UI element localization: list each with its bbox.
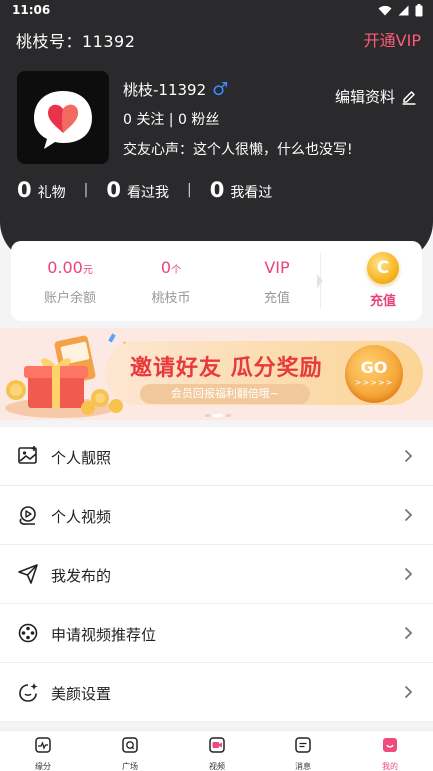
nickname: 桃枝-11392 <box>123 81 207 99</box>
square-plaza-icon <box>122 737 138 753</box>
wallet-card: 0.00元 账户余额 0个 桃枝币 VIP 充值 C 充值 <box>11 241 422 321</box>
invite-friends-banner[interactable]: 邀请好友 瓜分奖励 会员回报福利翻倍哦~ GO >>>>> <box>0 328 433 420</box>
tab-label: 视频 <box>209 762 225 771</box>
stat-viewed-value: 0 <box>209 178 225 202</box>
coins-unit: 个 <box>171 265 182 276</box>
coin-icon: C <box>367 252 399 284</box>
nickname-row: 桃枝-11392 ♂ <box>123 79 228 100</box>
profile-smile-icon <box>383 738 397 752</box>
male-gender-icon: ♂ <box>212 78 229 100</box>
chevron-right-icon <box>404 685 413 699</box>
balance-unit: 元 <box>82 265 93 276</box>
stat-visitors[interactable]: 0 看过我 <box>106 178 169 202</box>
menu-item-label: 个人视频 <box>51 508 112 526</box>
open-vip-link[interactable]: 开通VIP <box>364 27 421 51</box>
heartbeat-icon <box>35 737 51 753</box>
balance-value-line: 0.00元 <box>25 258 115 280</box>
status-bar: 11:06 <box>0 0 433 22</box>
banner-title: 邀请好友 瓜分奖励 <box>130 355 323 381</box>
edit-profile-label: 编辑资料 <box>334 88 395 106</box>
wallet-arrow-decoration <box>317 274 323 288</box>
stat-visitors-label: 看过我 <box>126 185 169 201</box>
stat-gifts-label: 礼物 <box>37 185 66 201</box>
wallet-balance[interactable]: 0.00元 账户余额 <box>25 258 115 306</box>
app-logo-icon <box>34 91 92 149</box>
wallet-vip[interactable]: VIP 充值 <box>232 258 322 306</box>
user-id-label: 桃枝号：11392 <box>16 32 136 51</box>
tab-label: 缘分 <box>35 762 51 771</box>
tab-messages[interactable]: 消息 <box>278 737 328 771</box>
beauty-icon <box>19 683 38 702</box>
stat-visitors-value: 0 <box>106 178 121 202</box>
menu-item-label: 申请视频推荐位 <box>51 626 157 644</box>
tab-fate[interactable]: 缘分 <box>18 737 68 771</box>
wifi-icon <box>378 5 392 16</box>
menu-item-label: 我发布的 <box>51 567 112 585</box>
stat-divider: | <box>186 182 192 198</box>
bottom-tab-bar: 缘分 广场 视频 消息 我的 <box>0 730 433 771</box>
vip-value: VIP <box>264 258 290 277</box>
signal-icon <box>398 5 409 16</box>
chevron-right-icon <box>404 567 413 581</box>
chevron-right-icon <box>404 626 413 640</box>
menu-item-videos[interactable]: 个人视频 <box>0 486 433 545</box>
tab-label: 消息 <box>295 762 311 771</box>
menu-item-label: 个人靓照 <box>51 449 112 467</box>
tab-mine[interactable]: 我的 <box>365 737 415 771</box>
status-icons <box>378 4 423 17</box>
bio-text: 交友心声：这个人很懒，什么也没写! <box>123 142 353 158</box>
coins-value: 0 <box>160 258 172 277</box>
recharge-button[interactable]: C 充值 <box>349 252 417 309</box>
stat-viewed[interactable]: 0 我看过 <box>210 178 273 202</box>
tab-label: 广场 <box>122 762 138 771</box>
stats-row: 0 礼物 | 0 看过我 | 0 我看过 <box>17 178 272 202</box>
battery-icon <box>415 4 423 17</box>
chevron-right-icon <box>404 449 413 463</box>
stat-gifts-value: 0 <box>17 178 32 202</box>
balance-value: 0.00 <box>47 258 83 277</box>
status-time: 11:06 <box>12 3 51 17</box>
stat-viewed-label: 我看过 <box>230 185 273 201</box>
banner-page-dot <box>226 414 231 417</box>
film-reel-icon <box>18 623 38 643</box>
profile-screen: 11:06 桃枝号：11392 开通VIP 桃枝-11392 ♂ 编辑资料 0 … <box>0 0 433 771</box>
video-icon <box>19 506 36 525</box>
menu-item-photos[interactable]: 个人靓照 <box>0 427 433 486</box>
send-icon <box>18 564 38 584</box>
tab-square[interactable]: 广场 <box>105 737 155 771</box>
banner-pagination <box>205 414 231 417</box>
menu-item-my-posts[interactable]: 我发布的 <box>0 545 433 604</box>
coins-label: 桃枝币 <box>151 291 191 306</box>
avatar[interactable] <box>17 71 109 164</box>
video-camera-icon <box>209 737 225 753</box>
banner-go-arrows: >>>>> <box>354 378 394 387</box>
banner-subtitle: 会员回报福利翻倍哦~ <box>140 384 310 404</box>
edit-profile-button[interactable]: 编辑资料 <box>335 86 417 107</box>
tab-label: 我的 <box>382 762 398 771</box>
menu-item-beauty-settings[interactable]: 美颜设置 <box>0 663 433 722</box>
menu-item-label: 美颜设置 <box>51 685 112 703</box>
menu-item-video-recommend[interactable]: 申请视频推荐位 <box>0 604 433 663</box>
banner-go-text: GO <box>360 358 388 377</box>
vip-label: 充值 <box>263 291 290 306</box>
message-icon <box>295 737 311 753</box>
recharge-label: 充值 <box>369 294 396 309</box>
balance-label: 账户余额 <box>43 291 96 306</box>
tab-video[interactable]: 视频 <box>192 737 242 771</box>
banner-page-dot-active <box>213 414 223 417</box>
stat-divider: | <box>83 182 89 198</box>
stat-gifts[interactable]: 0 礼物 <box>17 178 66 202</box>
photo-icon <box>18 446 37 464</box>
coins-value-line: 0个 <box>126 258 216 280</box>
chevron-right-icon <box>404 508 413 522</box>
wallet-coins[interactable]: 0个 桃枝币 <box>126 258 216 306</box>
banner-page-dot <box>205 414 210 417</box>
banner-go-button[interactable]: GO >>>>> <box>345 345 403 403</box>
follow-info[interactable]: 0 关注 | 0 粉丝 <box>123 109 219 129</box>
settings-menu: 个人靓照 个人视频 我发布的 申请视频推荐位 美颜设置 <box>0 427 433 722</box>
pencil-icon <box>402 90 416 105</box>
